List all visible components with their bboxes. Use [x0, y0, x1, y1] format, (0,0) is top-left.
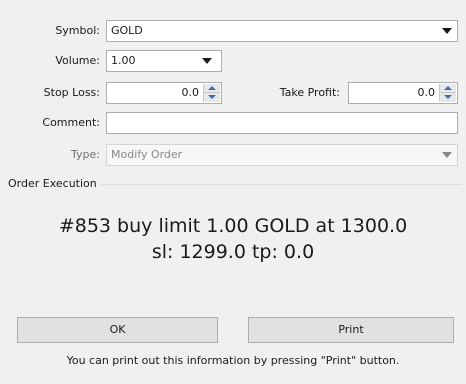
symbol-value: GOLD: [111, 24, 143, 37]
order-summary-line2: sl: 1299.0 tp: 0.0: [151, 241, 315, 263]
comment-input[interactable]: [106, 112, 458, 134]
group-divider: [96, 184, 462, 185]
symbol-label: Symbol:: [55, 24, 100, 37]
take-profit-value: 0.0: [417, 86, 436, 99]
order-summary-line1: #853 buy limit 1.00 GOLD at 1300.0: [58, 215, 408, 237]
chevron-down-icon: [442, 28, 452, 34]
ok-button[interactable]: OK: [17, 317, 218, 343]
print-button[interactable]: Print: [248, 317, 454, 343]
spin-down-icon[interactable]: [440, 93, 456, 102]
chevron-down-icon: [442, 152, 452, 158]
stop-loss-spinner[interactable]: 0.0: [106, 82, 222, 104]
symbol-select[interactable]: GOLD: [106, 20, 458, 42]
order-execution-title: Order Execution: [8, 176, 101, 192]
chevron-down-icon: [202, 58, 212, 64]
stop-loss-value: 0.0: [181, 86, 200, 99]
type-label: Type:: [71, 148, 100, 161]
spin-up-icon[interactable]: [204, 84, 220, 93]
take-profit-spin-buttons[interactable]: [439, 84, 456, 102]
take-profit-spinner[interactable]: 0.0: [348, 82, 458, 104]
volume-select[interactable]: 1.00: [106, 50, 222, 72]
volume-label: Volume:: [55, 54, 100, 67]
type-select: Modify Order: [106, 144, 458, 166]
spin-down-icon[interactable]: [204, 93, 220, 102]
stop-loss-label: Stop Loss:: [43, 86, 100, 99]
type-value: Modify Order: [111, 148, 183, 161]
comment-label: Comment:: [42, 116, 100, 129]
stop-loss-spin-buttons[interactable]: [203, 84, 220, 102]
spin-up-icon[interactable]: [440, 84, 456, 93]
volume-value: 1.00: [111, 54, 136, 67]
print-hint-text: You can print out this information by pr…: [66, 354, 400, 367]
take-profit-label: Take Profit:: [279, 86, 340, 99]
